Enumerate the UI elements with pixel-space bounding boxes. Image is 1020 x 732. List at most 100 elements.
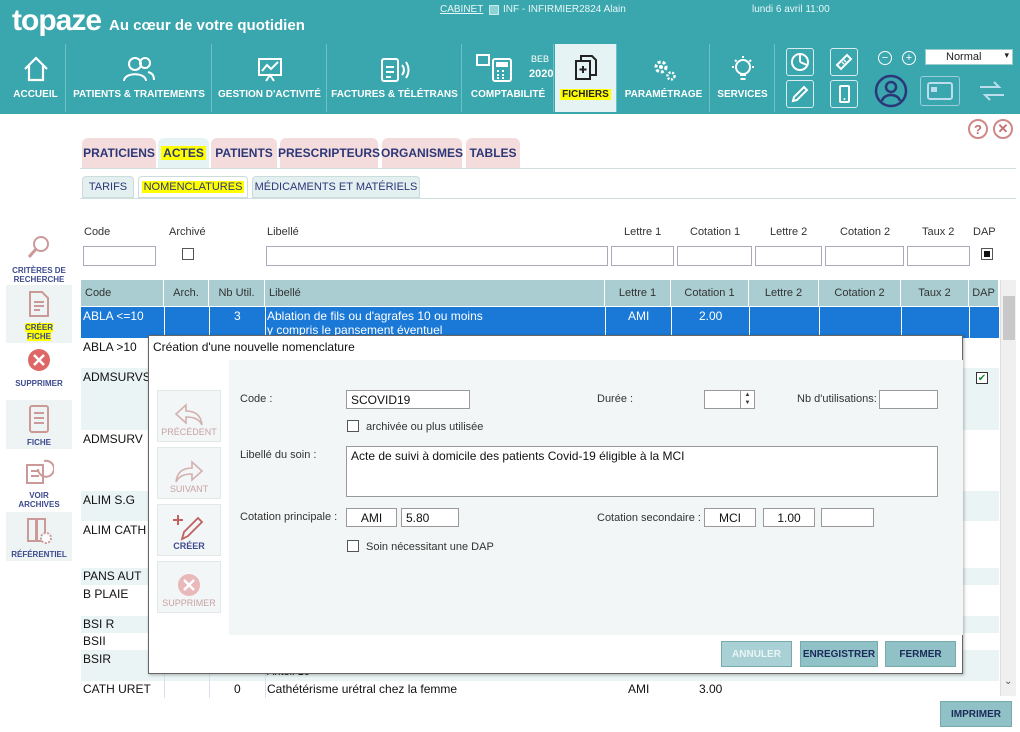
cell-code: BSII — [83, 634, 106, 648]
tab-label: ACTES — [161, 146, 206, 160]
col-cotation2[interactable]: Cotation 2 — [819, 280, 901, 306]
col-libelle[interactable]: Libellé — [265, 280, 605, 306]
save-button[interactable]: ENREGISTRER — [800, 641, 878, 667]
taux-input[interactable] — [821, 508, 874, 527]
cabinet-link[interactable]: CABINET — [440, 4, 483, 15]
tab-prescripteurs[interactable]: PRESCRIPTEURS — [278, 138, 380, 168]
tab-patients[interactable]: PATIENTS — [211, 138, 277, 168]
bulb-icon — [731, 56, 754, 80]
filter-cotation1-input[interactable] — [677, 246, 752, 266]
cot-sec-letter-input[interactable]: MCI — [704, 508, 756, 527]
nav-services[interactable]: SERVICES — [711, 44, 775, 112]
create-fiche-button[interactable]: CRÉER FICHE — [6, 285, 72, 343]
duree-stepper[interactable]: ▲ ▼ — [704, 390, 755, 409]
nav-parametrage[interactable]: PARAMÉTRAGE — [618, 44, 710, 112]
col-lettre2[interactable]: Lettre 2 — [749, 280, 819, 306]
cell-lettre1: AMI — [628, 682, 650, 696]
print-button[interactable]: IMPRIMER — [940, 701, 1012, 727]
col-arch[interactable]: Arch. — [164, 280, 209, 306]
pie-chart-icon[interactable] — [786, 48, 814, 76]
filter-cotation2-input[interactable] — [825, 246, 904, 266]
user-status-icon — [489, 5, 499, 15]
col-lettre1[interactable]: Lettre 1 — [605, 280, 671, 306]
libelle-textarea[interactable]: Acte de suivi à domicile des patients Co… — [346, 446, 938, 497]
close-icon[interactable]: ✕ — [993, 119, 1013, 139]
nav-comptabilite[interactable]: BEB 2020 COMPTABILITÉ — [463, 44, 554, 112]
brand: topaze Au cœur de votre quotidien — [12, 4, 305, 38]
nav-patients[interactable]: PATIENTS & TRAITEMENTS — [67, 44, 212, 112]
filter-archive-checkbox[interactable] — [182, 248, 194, 260]
cell-code: B PLAIE — [83, 587, 129, 601]
tab-medicaments[interactable]: MÉDICAMENTS ET MATÉRIELS — [252, 176, 420, 198]
mobile-icon[interactable] — [830, 80, 858, 108]
cot-princ-letter-input[interactable]: AMI — [346, 508, 397, 527]
tab-praticiens[interactable]: PRATICIENS — [82, 138, 156, 168]
filter-code-input[interactable] — [83, 246, 156, 266]
col-cotation1[interactable]: Cotation 1 — [671, 280, 749, 306]
cell-code: PANS AUT — [83, 569, 142, 583]
delete-button[interactable]: SUPPRIMER — [6, 343, 72, 388]
create-pencil-icon — [173, 515, 204, 541]
scrollbar-thumb[interactable] — [1003, 296, 1015, 340]
zoom-out-button[interactable]: − — [878, 51, 892, 65]
col-code[interactable]: Code — [81, 280, 164, 306]
col-taux2[interactable]: Taux 2 — [901, 280, 969, 306]
tab-organismes[interactable]: ORGANISMES — [381, 138, 463, 168]
table-row[interactable]: CATH URET 0 Cathétérisme urétral chez la… — [81, 681, 999, 698]
tab-tarifs[interactable]: TARIFS — [82, 176, 134, 198]
filter-libelle-input[interactable] — [266, 246, 608, 266]
pencil-icon[interactable] — [786, 80, 814, 108]
transfer-icon[interactable] — [972, 76, 1012, 106]
cot-sec-value-input[interactable]: 1.00 — [763, 508, 815, 527]
filter-code-label: Code — [84, 226, 111, 238]
dap-checkbox-checked[interactable]: ✔ — [976, 372, 988, 384]
cot-princ-label: Cotation principale : — [240, 511, 338, 523]
new-nomenclature-dialog: Création d'une nouvelle nomenclature PRÉ… — [148, 335, 963, 674]
archived-checkbox[interactable] — [347, 420, 359, 432]
grid-scrollbar[interactable]: ⌄ — [1000, 280, 1016, 696]
cell-nb: 0 — [234, 682, 241, 696]
home-icon — [23, 56, 48, 82]
nav-fichiers[interactable]: FICHIERS — [555, 44, 617, 112]
calculator-icon — [476, 54, 512, 82]
search-criteria-button[interactable]: CRITÈRES DE RECHERCHE — [6, 230, 72, 284]
ticket-icon[interactable] — [830, 48, 858, 76]
code-input[interactable]: SCOVID19 — [346, 390, 470, 409]
profile-icon[interactable] — [870, 72, 912, 110]
dap-checkbox[interactable] — [347, 540, 359, 552]
filter-lettre1-label: Lettre 1 — [624, 226, 662, 238]
cot-princ-value-input[interactable]: 5.80 — [401, 508, 459, 527]
create-button[interactable]: CRÉER — [157, 504, 221, 556]
filter-taux2-input[interactable] — [907, 246, 970, 266]
table-row[interactable]: ABLA <=10 3 Ablation de fils ou d'agrafe… — [81, 307, 999, 338]
nb-util-input[interactable] — [879, 390, 938, 409]
help-icon[interactable]: ? — [968, 119, 988, 139]
zoom-in-button[interactable]: + — [902, 51, 916, 65]
close-dialog-button[interactable]: FERMER — [885, 641, 956, 667]
col-dap[interactable]: DAP — [969, 280, 999, 306]
app-logo: topaze — [12, 4, 102, 37]
tab-actes[interactable]: ACTES — [158, 138, 209, 168]
stepper-arrows-icon[interactable]: ▲ ▼ — [740, 391, 754, 408]
filter-lettre2-input[interactable] — [755, 246, 822, 266]
btn-label: CRITÈRES DE — [12, 266, 66, 275]
dap-label: Soin nécessitant une DAP — [366, 541, 494, 553]
tab-tables[interactable]: TABLES — [466, 138, 520, 168]
zoom-select[interactable]: Normal ▾ — [925, 49, 1013, 65]
main-nav: ACCUEIL PATIENTS & TRAITEMENTS GESTION D… — [0, 44, 1020, 114]
tab-nomenclatures[interactable]: NOMENCLATURES — [138, 176, 248, 198]
nav-accueil[interactable]: ACCUEIL — [6, 44, 66, 112]
referentiel-button[interactable]: RÉFÉRENTIEL — [6, 512, 72, 561]
view-archives-button[interactable]: VOIR ARCHIVES — [6, 455, 72, 509]
filter-lettre1-input[interactable] — [611, 246, 674, 266]
scroll-down-icon[interactable]: ⌄ — [1004, 676, 1012, 687]
delete-icon — [22, 343, 56, 377]
top-bar: topaze Au cœur de votre quotidien CABINE… — [0, 0, 1020, 44]
nav-factures[interactable]: FACTURES & TÉLÉTRANS — [328, 44, 462, 112]
cell-nb: 3 — [234, 309, 241, 323]
card-reader-icon[interactable] — [920, 76, 960, 106]
fiche-button[interactable]: FICHE — [6, 400, 72, 449]
col-nbutil[interactable]: Nb Util. — [209, 280, 265, 306]
filter-dap-checkbox[interactable] — [981, 248, 993, 260]
nav-activite[interactable]: GESTION D'ACTIVITÉ — [213, 44, 327, 112]
